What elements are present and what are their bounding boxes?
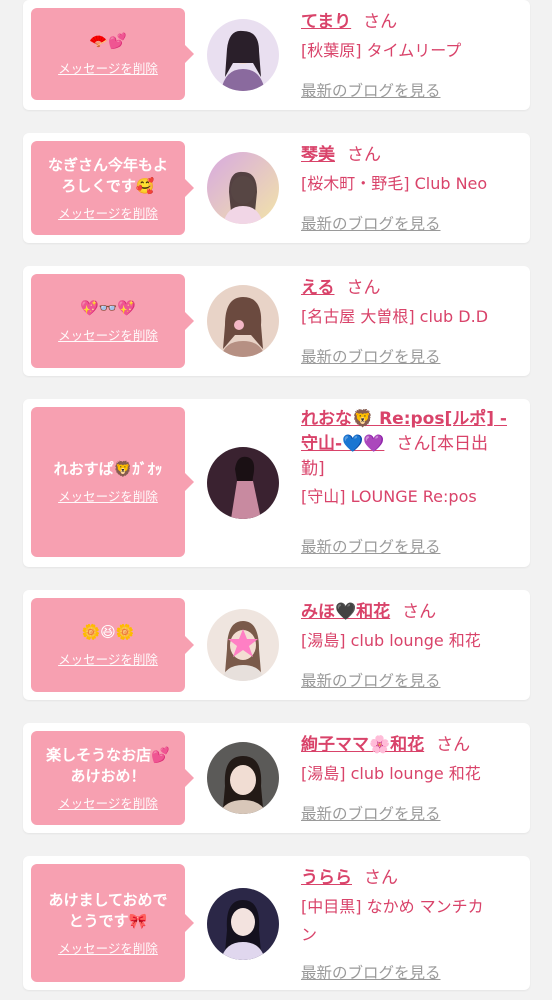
avatar-image bbox=[207, 742, 279, 814]
latest-blog-link[interactable]: 最新のブログを見る bbox=[301, 535, 441, 557]
avatar[interactable] bbox=[207, 19, 279, 91]
message-card: 🌼😆🌼 メッセージを削除 みほ🖤和花 さん [湯島] club lounge 和花… bbox=[23, 590, 530, 700]
name-suffix: さん bbox=[402, 602, 437, 622]
message-card: なぎさん今年もよ ろしくです🥰 メッセージを削除 琴美 さん [桜木町・野毛] C… bbox=[23, 133, 530, 243]
message-card: れおすぱ🦁ｶﾞｵｯ メッセージを削除 れおな🦁 Re:pos[ルポ] - 守山-💙… bbox=[23, 399, 530, 567]
name-suffix: さん bbox=[347, 145, 381, 165]
name-suffix-continued: 勤] bbox=[301, 459, 325, 479]
delete-message-link[interactable]: メッセージを削除 bbox=[58, 938, 158, 957]
avatar[interactable] bbox=[207, 285, 279, 357]
avatar[interactable] bbox=[207, 742, 279, 814]
card-info: れおな🦁 Re:pos[ルポ] - 守山-💙💜 さん[本日出 勤] [守山] LOUN… bbox=[301, 407, 523, 511]
avatar[interactable] bbox=[207, 152, 279, 224]
card-info: うらら さん [中目黒] なかめ マンチカ ン bbox=[301, 864, 523, 949]
message-text: なぎさん今年もよ ろしくです🥰 bbox=[47, 155, 168, 195]
delete-message-link[interactable]: メッセージを削除 bbox=[58, 58, 158, 77]
name-suffix: さん bbox=[346, 278, 381, 298]
message-text: あけましておめで とうです🎀 bbox=[48, 890, 168, 930]
shop-name: [守山] LOUNGE Re:pos bbox=[301, 487, 477, 506]
avatar-image bbox=[207, 447, 279, 519]
avatar-image bbox=[207, 152, 279, 224]
name-suffix: さん bbox=[363, 12, 398, 32]
cast-name-link[interactable]: うらら bbox=[301, 868, 352, 888]
avatar-image bbox=[207, 888, 279, 960]
message-text: 🪭💕 bbox=[89, 32, 127, 50]
cast-name-link[interactable]: てまり bbox=[301, 12, 351, 32]
message-card: 💖👓💖 メッセージを削除 える さん [名古屋 大曽根] club D.D 最新の… bbox=[23, 266, 530, 376]
name-suffix: さん bbox=[436, 735, 471, 755]
message-card: あけましておめで とうです🎀 メッセージを削除 うらら さん [中目黒] なかめ … bbox=[23, 856, 530, 990]
avatar[interactable] bbox=[207, 447, 279, 519]
latest-blog-link[interactable]: 最新のブログを見る bbox=[301, 345, 441, 367]
delete-message-link[interactable]: メッセージを削除 bbox=[58, 486, 158, 505]
name-suffix: さん bbox=[364, 868, 398, 888]
message-text: 🌼😆🌼 bbox=[81, 623, 135, 641]
shop-name: [中目黒] なかめ マンチカ ン bbox=[301, 897, 484, 944]
shop-name: [湯島] club lounge 和花 bbox=[301, 764, 481, 783]
latest-blog-link[interactable]: 最新のブログを見る bbox=[301, 802, 441, 824]
shop-name: [桜木町・野毛] Club Neo bbox=[301, 174, 488, 193]
message-bubble: 💖👓💖 メッセージを削除 bbox=[31, 274, 194, 368]
card-info: みほ🖤和花 さん [湯島] club lounge 和花 bbox=[301, 598, 523, 655]
shop-name: [湯島] club lounge 和花 bbox=[301, 631, 481, 650]
avatar-image bbox=[207, 285, 279, 357]
cast-name-link[interactable]: える bbox=[301, 278, 335, 298]
message-text: 💖👓💖 bbox=[79, 299, 137, 317]
message-card: 🪭💕 メッセージを削除 てまり さん [秋葉原] タイムリープ 最新のブログを見る bbox=[23, 0, 530, 110]
shop-name: [秋葉原] タイムリープ bbox=[301, 41, 462, 60]
card-info: える さん [名古屋 大曽根] club D.D bbox=[301, 274, 523, 331]
message-bubble: あけましておめで とうです🎀 メッセージを削除 bbox=[31, 864, 194, 982]
delete-message-link[interactable]: メッセージを削除 bbox=[58, 793, 158, 812]
message-text: れおすぱ🦁ｶﾞｵｯ bbox=[53, 460, 163, 478]
shop-name: [名古屋 大曽根] club D.D bbox=[301, 307, 489, 326]
latest-blog-link[interactable]: 最新のブログを見る bbox=[301, 79, 441, 101]
latest-blog-link[interactable]: 最新のブログを見る bbox=[301, 669, 441, 691]
delete-message-link[interactable]: メッセージを削除 bbox=[58, 649, 158, 668]
card-info: てまり さん [秋葉原] タイムリープ bbox=[301, 8, 523, 65]
avatar[interactable] bbox=[207, 609, 279, 681]
message-bubble: 🌼😆🌼 メッセージを削除 bbox=[31, 598, 194, 692]
latest-blog-link[interactable]: 最新のブログを見る bbox=[301, 212, 441, 234]
message-card: 楽しそうなお店💕 あけおめ！ メッセージを削除 絢子ママ🌸和花 さん [湯島] c… bbox=[23, 723, 530, 833]
message-bubble: なぎさん今年もよ ろしくです🥰 メッセージを削除 bbox=[31, 141, 194, 235]
message-list: 🪭💕 メッセージを削除 てまり さん [秋葉原] タイムリープ 最新のブログを見る… bbox=[0, 0, 552, 1000]
latest-blog-link[interactable]: 最新のブログを見る bbox=[301, 961, 441, 983]
avatar-image bbox=[207, 609, 279, 681]
cast-name-link[interactable]: 絢子ママ🌸和花 bbox=[301, 735, 424, 755]
delete-message-link[interactable]: メッセージを削除 bbox=[58, 325, 158, 344]
message-bubble: れおすぱ🦁ｶﾞｵｯ メッセージを削除 bbox=[31, 407, 194, 557]
cast-name-link[interactable]: 琴美 bbox=[301, 145, 335, 165]
avatar[interactable] bbox=[207, 888, 279, 960]
card-info: 絢子ママ🌸和花 さん [湯島] club lounge 和花 bbox=[301, 731, 523, 788]
card-info: 琴美 さん [桜木町・野毛] Club Neo bbox=[301, 141, 523, 198]
message-bubble: 🪭💕 メッセージを削除 bbox=[31, 8, 194, 100]
cast-name-link[interactable]: みほ🖤和花 bbox=[301, 602, 390, 622]
avatar-image bbox=[207, 19, 279, 91]
delete-message-link[interactable]: メッセージを削除 bbox=[58, 203, 158, 222]
message-text: 楽しそうなお店💕 あけおめ！ bbox=[46, 745, 170, 785]
name-suffix: さん[本日出 bbox=[396, 434, 489, 454]
message-bubble: 楽しそうなお店💕 あけおめ！ メッセージを削除 bbox=[31, 731, 194, 825]
